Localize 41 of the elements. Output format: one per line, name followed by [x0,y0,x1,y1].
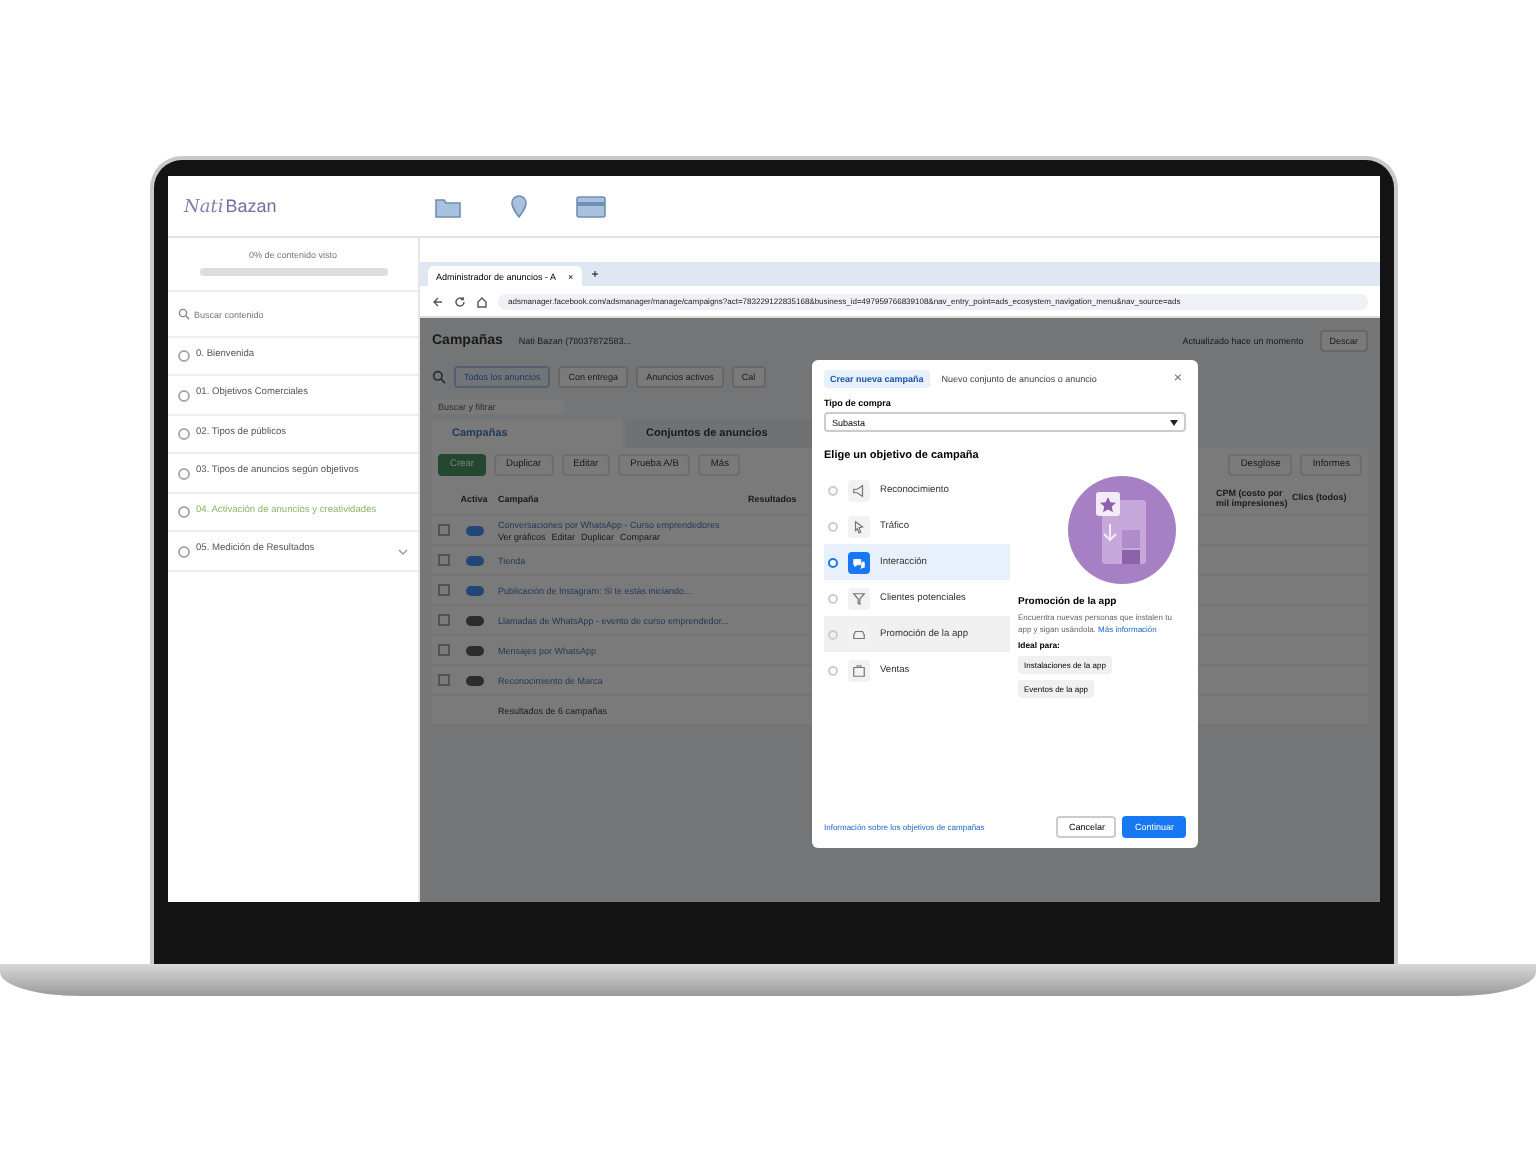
radio-icon [828,665,838,675]
chat-icon [848,551,870,573]
row-checkbox[interactable] [438,674,450,686]
radio-icon [178,389,190,402]
map-pin-icon[interactable] [510,194,528,218]
toggle-switch[interactable] [465,585,483,595]
search-icon[interactable] [432,370,446,384]
radio-icon [178,467,190,480]
back-icon[interactable] [432,295,444,307]
card-icon[interactable] [576,195,606,217]
radio-icon [828,593,838,603]
row-checkbox[interactable] [438,554,450,566]
toggle-switch[interactable] [465,555,483,565]
home-icon[interactable] [476,295,488,307]
chevron-icon[interactable] [398,547,408,556]
radio-icon [178,506,190,519]
row-checkbox[interactable] [438,524,450,536]
caret-icon [1170,419,1178,425]
toggle-switch[interactable] [465,675,483,685]
toggle-switch[interactable] [465,615,483,625]
site-logo[interactable]: Nati Bazan [168,195,418,217]
row-checkbox[interactable] [438,614,450,626]
cursor-icon [848,515,870,537]
toggle-switch[interactable] [465,525,483,535]
megaphone-icon [848,479,870,501]
filter-icon [848,587,870,609]
folder-icon[interactable] [434,195,462,217]
row-checkbox[interactable] [438,584,450,596]
reload-icon[interactable] [454,295,466,307]
radio-icon [178,428,190,441]
radio-icon [828,485,838,495]
radio-icon [828,629,838,639]
app-promotion-illustration [1068,476,1176,584]
search-icon [178,308,190,320]
radio-icon [828,521,838,531]
row-checkbox[interactable] [438,644,450,656]
radio-icon [178,350,190,363]
bag-icon [848,659,870,681]
toggle-switch[interactable] [465,645,483,655]
radio-icon [178,545,190,558]
radio-icon [828,557,838,567]
